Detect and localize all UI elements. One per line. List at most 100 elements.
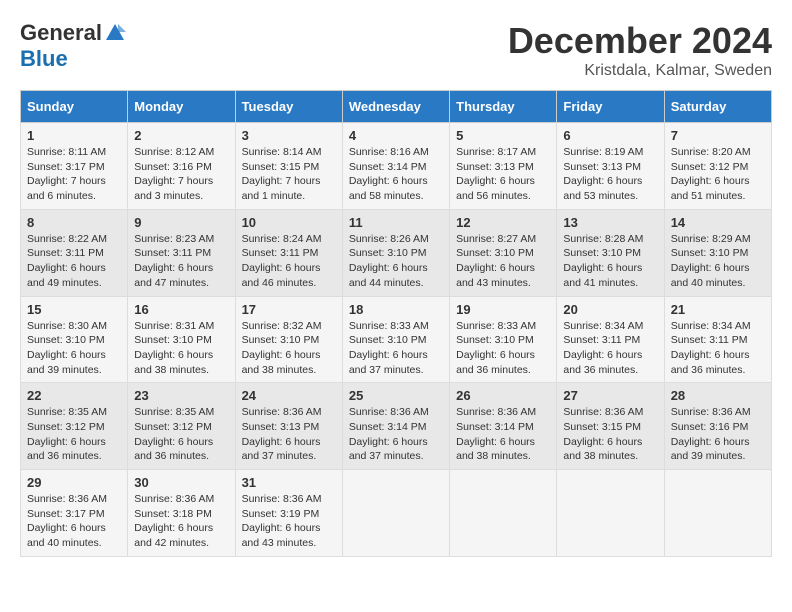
day-info: Sunrise: 8:31 AMSunset: 3:10 PMDaylight:… bbox=[134, 319, 228, 378]
day-info: Sunrise: 8:29 AMSunset: 3:10 PMDaylight:… bbox=[671, 232, 765, 291]
day-number: 25 bbox=[349, 388, 443, 403]
day-info: Sunrise: 8:22 AMSunset: 3:11 PMDaylight:… bbox=[27, 232, 121, 291]
day-info: Sunrise: 8:35 AMSunset: 3:12 PMDaylight:… bbox=[134, 405, 228, 464]
calendar-header-row: SundayMondayTuesdayWednesdayThursdayFrid… bbox=[21, 91, 772, 123]
calendar-cell: 11 Sunrise: 8:26 AMSunset: 3:10 PMDayligh… bbox=[342, 209, 449, 296]
calendar-cell: 14 Sunrise: 8:29 AMSunset: 3:10 PMDayligh… bbox=[664, 209, 771, 296]
day-number: 10 bbox=[242, 215, 336, 230]
calendar-cell: 1 Sunrise: 8:11 AMSunset: 3:17 PMDaylight… bbox=[21, 123, 128, 210]
calendar-cell: 3 Sunrise: 8:14 AMSunset: 3:15 PMDaylight… bbox=[235, 123, 342, 210]
calendar-cell bbox=[664, 470, 771, 557]
calendar-cell bbox=[342, 470, 449, 557]
calendar-cell: 26Sunrise: 8:36 AMSunset: 3:14 PMDayligh… bbox=[450, 383, 557, 470]
day-info: Sunrise: 8:23 AMSunset: 3:11 PMDaylight:… bbox=[134, 232, 228, 291]
calendar-cell: 24 Sunrise: 8:36 AMSunset: 3:13 PMDayligh… bbox=[235, 383, 342, 470]
calendar-cell: 15 Sunrise: 8:30 AMSunset: 3:10 PMDayligh… bbox=[21, 296, 128, 383]
day-number: 6 bbox=[563, 128, 657, 143]
day-number: 1 bbox=[27, 128, 121, 143]
day-number: 15 bbox=[27, 302, 121, 317]
day-number: 7 bbox=[671, 128, 765, 143]
day-info: Sunrise: 8:26 AMSunset: 3:10 PMDaylight:… bbox=[349, 232, 443, 291]
day-number: 29 bbox=[27, 475, 121, 490]
calendar-week-row: 29 Sunrise: 8:36 AMSunset: 3:17 PMDayligh… bbox=[21, 470, 772, 557]
calendar-cell bbox=[450, 470, 557, 557]
day-number: 16 bbox=[134, 302, 228, 317]
calendar-cell: 27 Sunrise: 8:36 AMSunset: 3:15 PMDayligh… bbox=[557, 383, 664, 470]
day-number: 21 bbox=[671, 302, 765, 317]
calendar-cell: 9 Sunrise: 8:23 AMSunset: 3:11 PMDaylight… bbox=[128, 209, 235, 296]
calendar-cell: 2 Sunrise: 8:12 AMSunset: 3:16 PMDaylight… bbox=[128, 123, 235, 210]
calendar-cell bbox=[557, 470, 664, 557]
day-info: Sunrise: 8:19 AMSunset: 3:13 PMDaylight:… bbox=[563, 145, 657, 204]
day-number: 3 bbox=[242, 128, 336, 143]
calendar-cell: 20Sunrise: 8:34 AMSunset: 3:11 PMDayligh… bbox=[557, 296, 664, 383]
header-wednesday: Wednesday bbox=[342, 91, 449, 123]
calendar-cell: 7Sunrise: 8:20 AMSunset: 3:12 PMDaylight… bbox=[664, 123, 771, 210]
day-number: 14 bbox=[671, 215, 765, 230]
calendar-cell: 5Sunrise: 8:17 AMSunset: 3:13 PMDaylight… bbox=[450, 123, 557, 210]
calendar-table: SundayMondayTuesdayWednesdayThursdayFrid… bbox=[20, 90, 772, 557]
day-info: Sunrise: 8:11 AMSunset: 3:17 PMDaylight:… bbox=[27, 145, 121, 204]
day-number: 27 bbox=[563, 388, 657, 403]
calendar-cell: 10 Sunrise: 8:24 AMSunset: 3:11 PMDayligh… bbox=[235, 209, 342, 296]
day-number: 23 bbox=[134, 388, 228, 403]
day-number: 18 bbox=[349, 302, 443, 317]
calendar-cell: 30Sunrise: 8:36 AMSunset: 3:18 PMDayligh… bbox=[128, 470, 235, 557]
calendar-cell: 17 Sunrise: 8:32 AMSunset: 3:10 PMDayligh… bbox=[235, 296, 342, 383]
calendar-week-row: 22 Sunrise: 8:35 AMSunset: 3:12 PMDayligh… bbox=[21, 383, 772, 470]
calendar-cell: 28 Sunrise: 8:36 AMSunset: 3:16 PMDayligh… bbox=[664, 383, 771, 470]
calendar-week-row: 15 Sunrise: 8:30 AMSunset: 3:10 PMDayligh… bbox=[21, 296, 772, 383]
day-info: Sunrise: 8:35 AMSunset: 3:12 PMDaylight:… bbox=[27, 405, 121, 464]
calendar-cell: 4Sunrise: 8:16 AMSunset: 3:14 PMDaylight… bbox=[342, 123, 449, 210]
logo-blue-text: Blue bbox=[20, 46, 68, 72]
day-info: Sunrise: 8:36 AMSunset: 3:14 PMDaylight:… bbox=[349, 405, 443, 464]
calendar-cell: 12Sunrise: 8:27 AMSunset: 3:10 PMDayligh… bbox=[450, 209, 557, 296]
logo: General Blue bbox=[20, 20, 126, 72]
day-info: Sunrise: 8:14 AMSunset: 3:15 PMDaylight:… bbox=[242, 145, 336, 204]
calendar-cell: 25 Sunrise: 8:36 AMSunset: 3:14 PMDayligh… bbox=[342, 383, 449, 470]
day-info: Sunrise: 8:36 AMSunset: 3:13 PMDaylight:… bbox=[242, 405, 336, 464]
calendar-cell: 18 Sunrise: 8:33 AMSunset: 3:10 PMDayligh… bbox=[342, 296, 449, 383]
location-subtitle: Kristdala, Kalmar, Sweden bbox=[508, 62, 772, 80]
calendar-cell: 19 Sunrise: 8:33 AMSunset: 3:10 PMDayligh… bbox=[450, 296, 557, 383]
day-number: 22 bbox=[27, 388, 121, 403]
calendar-cell: 29 Sunrise: 8:36 AMSunset: 3:17 PMDayligh… bbox=[21, 470, 128, 557]
day-number: 9 bbox=[134, 215, 228, 230]
calendar-week-row: 1 Sunrise: 8:11 AMSunset: 3:17 PMDaylight… bbox=[21, 123, 772, 210]
day-info: Sunrise: 8:36 AMSunset: 3:15 PMDaylight:… bbox=[563, 405, 657, 464]
day-info: Sunrise: 8:28 AMSunset: 3:10 PMDaylight:… bbox=[563, 232, 657, 291]
header-thursday: Thursday bbox=[450, 91, 557, 123]
calendar-cell: 16 Sunrise: 8:31 AMSunset: 3:10 PMDayligh… bbox=[128, 296, 235, 383]
day-number: 28 bbox=[671, 388, 765, 403]
calendar-cell: 21Sunrise: 8:34 AMSunset: 3:11 PMDayligh… bbox=[664, 296, 771, 383]
day-info: Sunrise: 8:30 AMSunset: 3:10 PMDaylight:… bbox=[27, 319, 121, 378]
day-info: Sunrise: 8:33 AMSunset: 3:10 PMDaylight:… bbox=[456, 319, 550, 378]
day-info: Sunrise: 8:36 AMSunset: 3:14 PMDaylight:… bbox=[456, 405, 550, 464]
month-title: December 2024 bbox=[508, 20, 772, 62]
day-info: Sunrise: 8:12 AMSunset: 3:16 PMDaylight:… bbox=[134, 145, 228, 204]
day-number: 31 bbox=[242, 475, 336, 490]
day-number: 24 bbox=[242, 388, 336, 403]
title-section: December 2024 Kristdala, Kalmar, Sweden bbox=[508, 20, 772, 80]
calendar-cell: 22 Sunrise: 8:35 AMSunset: 3:12 PMDayligh… bbox=[21, 383, 128, 470]
day-info: Sunrise: 8:24 AMSunset: 3:11 PMDaylight:… bbox=[242, 232, 336, 291]
day-info: Sunrise: 8:36 AMSunset: 3:16 PMDaylight:… bbox=[671, 405, 765, 464]
day-info: Sunrise: 8:32 AMSunset: 3:10 PMDaylight:… bbox=[242, 319, 336, 378]
day-info: Sunrise: 8:33 AMSunset: 3:10 PMDaylight:… bbox=[349, 319, 443, 378]
calendar-week-row: 8 Sunrise: 8:22 AMSunset: 3:11 PMDaylight… bbox=[21, 209, 772, 296]
header-saturday: Saturday bbox=[664, 91, 771, 123]
calendar-cell: 8 Sunrise: 8:22 AMSunset: 3:11 PMDaylight… bbox=[21, 209, 128, 296]
day-number: 8 bbox=[27, 215, 121, 230]
day-number: 17 bbox=[242, 302, 336, 317]
day-number: 19 bbox=[456, 302, 550, 317]
day-info: Sunrise: 8:36 AMSunset: 3:18 PMDaylight:… bbox=[134, 492, 228, 551]
calendar-cell: 23 Sunrise: 8:35 AMSunset: 3:12 PMDayligh… bbox=[128, 383, 235, 470]
day-number: 2 bbox=[134, 128, 228, 143]
day-number: 12 bbox=[456, 215, 550, 230]
logo-icon bbox=[104, 22, 126, 44]
day-number: 20 bbox=[563, 302, 657, 317]
day-info: Sunrise: 8:36 AMSunset: 3:19 PMDaylight:… bbox=[242, 492, 336, 551]
day-number: 4 bbox=[349, 128, 443, 143]
day-info: Sunrise: 8:36 AMSunset: 3:17 PMDaylight:… bbox=[27, 492, 121, 551]
day-number: 11 bbox=[349, 215, 443, 230]
